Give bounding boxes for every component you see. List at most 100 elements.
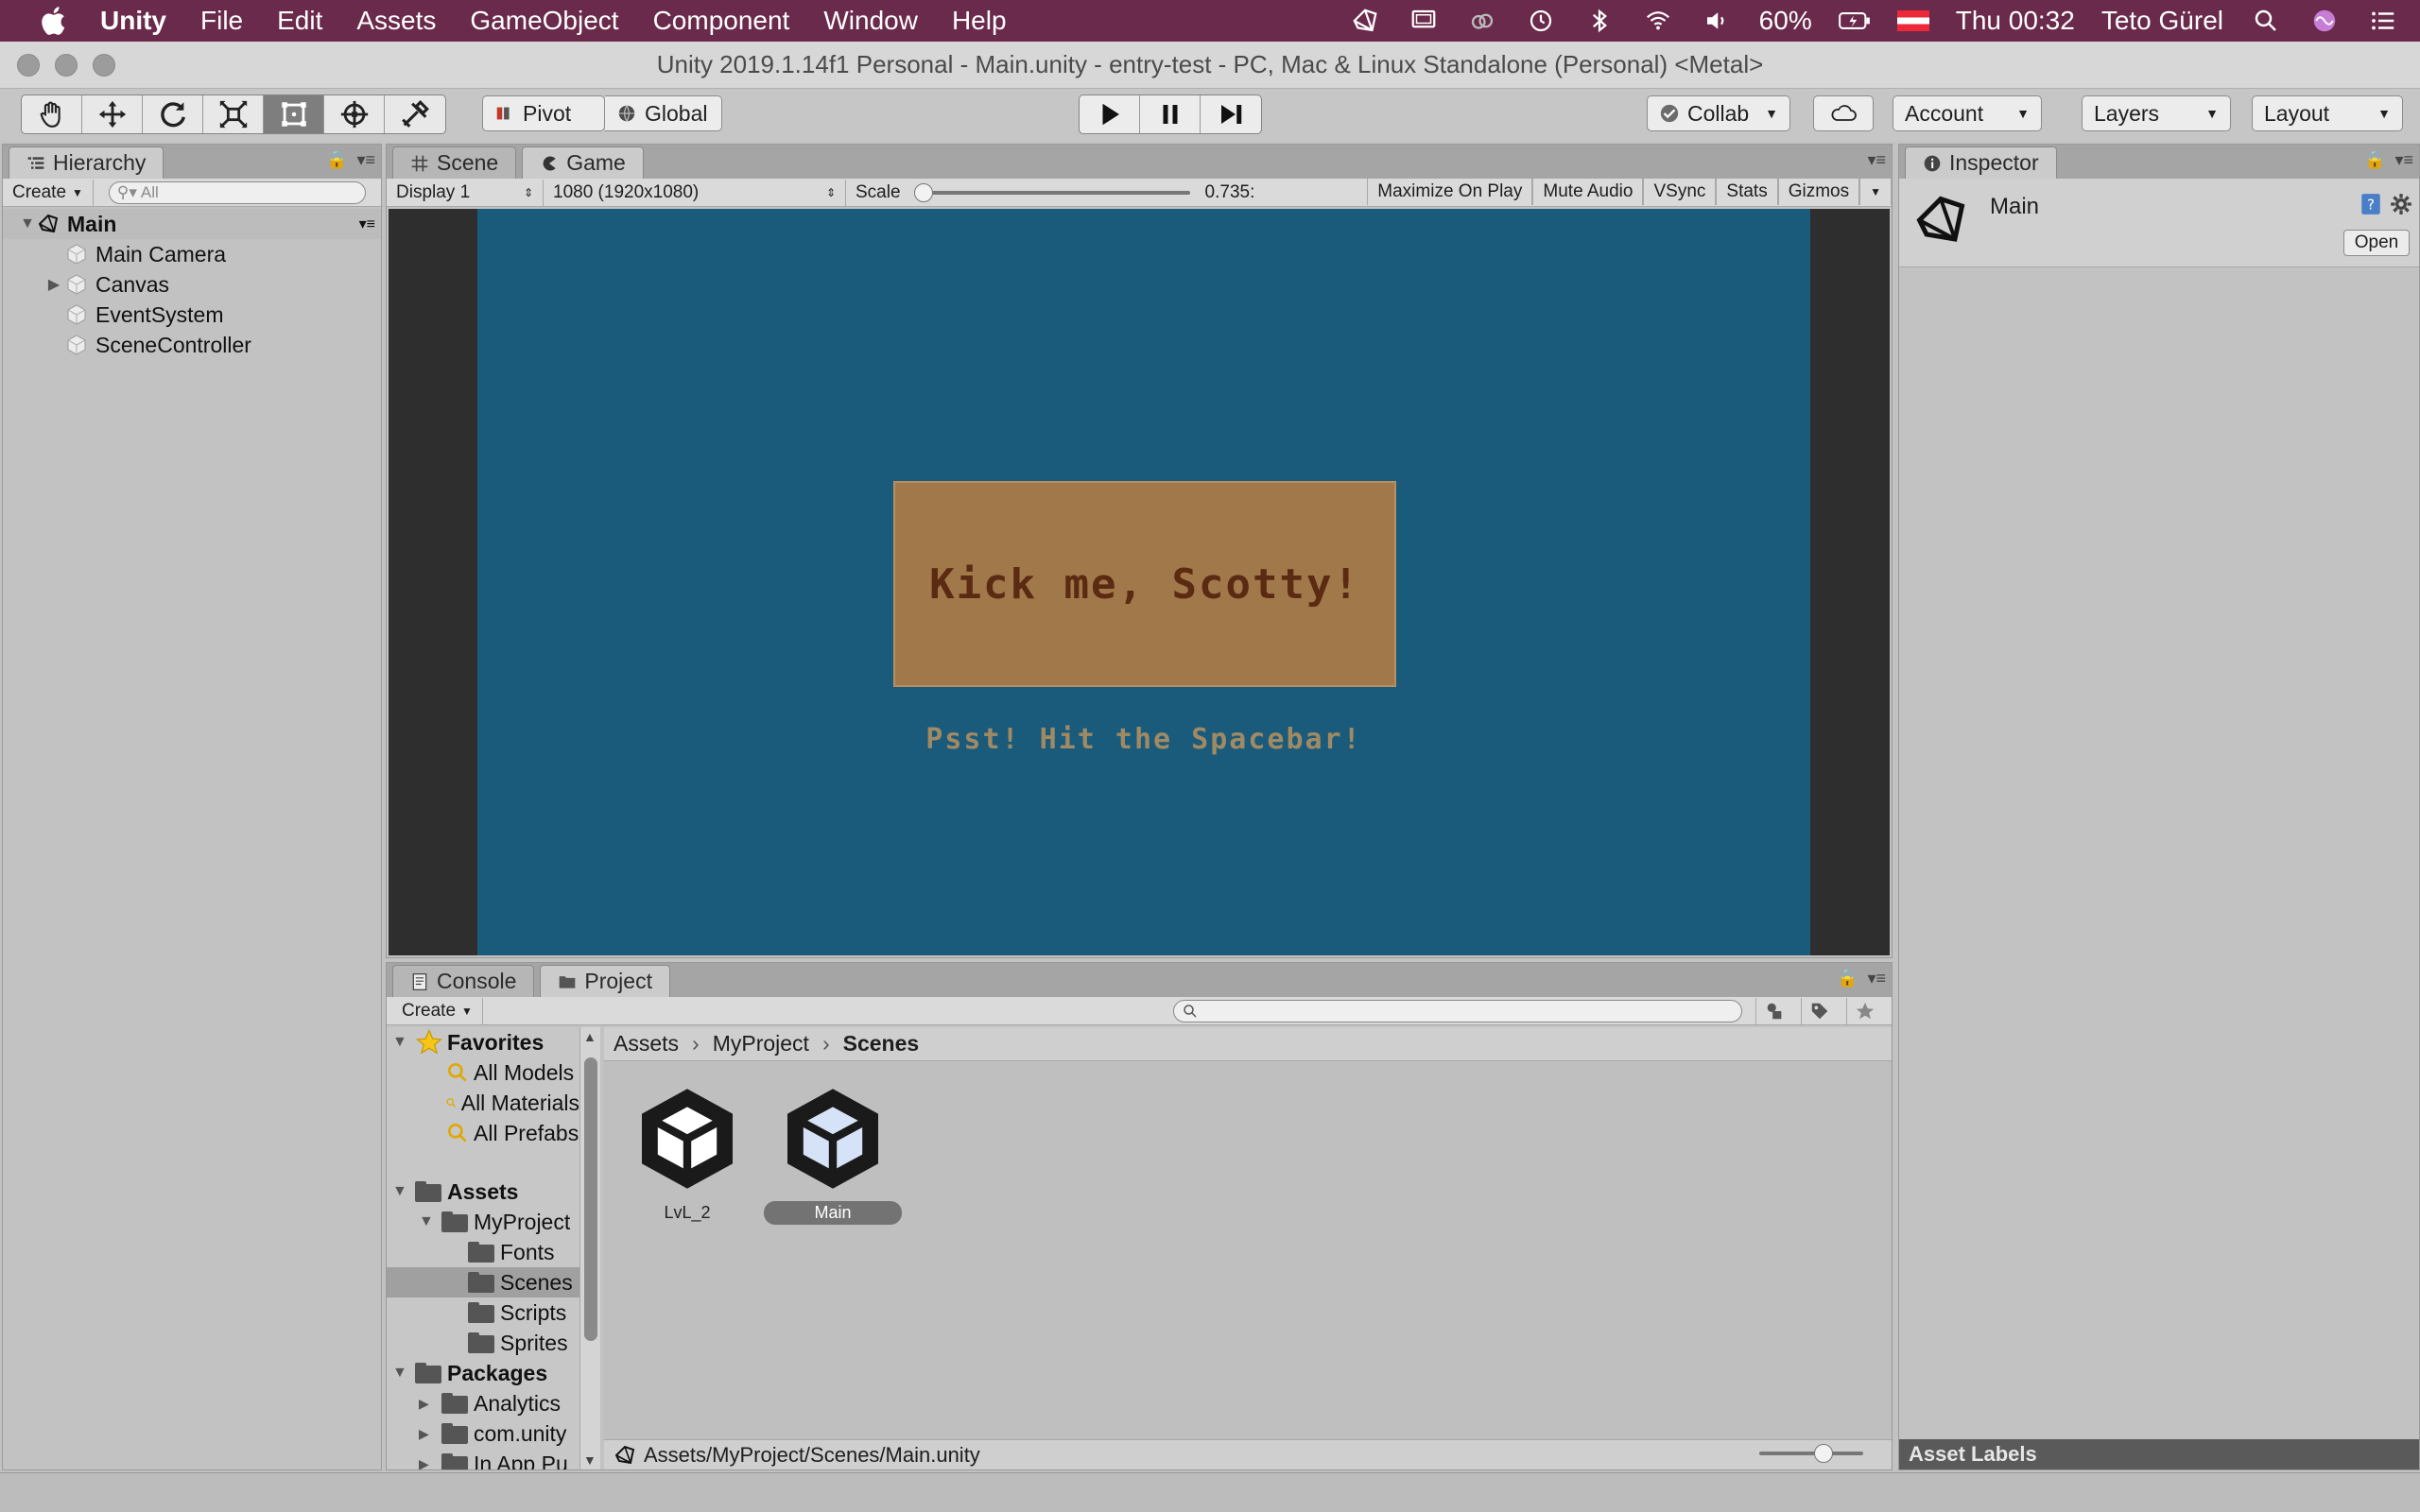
expand-triangle-icon[interactable]: ▼ — [392, 1365, 415, 1382]
battery-icon[interactable] — [1838, 7, 1871, 35]
bluetooth-icon[interactable] — [1583, 7, 1616, 35]
asset-scene-lvl2[interactable]: LvL_2 — [621, 1082, 753, 1225]
creative-cloud-icon[interactable] — [1466, 7, 1498, 35]
favorite-all-materials[interactable]: All Materials — [387, 1088, 579, 1118]
step-button[interactable] — [1201, 95, 1261, 133]
zoom-window-button[interactable] — [93, 54, 115, 77]
hand-tool-button[interactable] — [22, 95, 82, 133]
expand-triangle-icon[interactable]: ▼ — [392, 1183, 415, 1200]
hierarchy-item-main-camera[interactable]: Main Camera — [3, 239, 381, 269]
panel-menu-icon[interactable]: ▾≡ — [1867, 969, 1886, 988]
scroll-down-arrow-icon[interactable]: ▼ — [583, 1452, 596, 1468]
filter-by-type-button[interactable] — [1755, 997, 1791, 1024]
scroll-up-arrow-icon[interactable]: ▲ — [583, 1029, 596, 1044]
expand-triangle-icon[interactable]: ▼ — [392, 1034, 415, 1051]
package-in-app-purchasing[interactable]: ▶ In App Pu — [387, 1449, 579, 1469]
pause-button[interactable] — [1140, 95, 1201, 133]
gizmos-dropdown[interactable]: ▼ — [1859, 178, 1892, 205]
package-analytics[interactable]: ▶ Analytics — [387, 1388, 579, 1418]
gizmos-toggle[interactable]: Gizmos — [1777, 178, 1860, 205]
display-icon[interactable] — [1408, 7, 1440, 35]
hierarchy-item-canvas[interactable]: ▶ Canvas — [3, 269, 381, 300]
resolution-dropdown[interactable]: 1080 (1920x1080) ⇕ — [544, 179, 846, 206]
time-machine-icon[interactable] — [1525, 7, 1557, 35]
volume-icon[interactable] — [1701, 7, 1733, 35]
help-book-icon[interactable]: ? — [2359, 192, 2383, 216]
project-create-dropdown[interactable]: Create ▼ — [392, 997, 483, 1024]
breadcrumb-myproject[interactable]: MyProject — [713, 1031, 809, 1057]
stats-toggle[interactable]: Stats — [1716, 178, 1778, 205]
menu-unity[interactable]: Unity — [100, 6, 166, 36]
save-search-button[interactable] — [1846, 997, 1882, 1024]
folder-scenes[interactable]: Scenes — [387, 1267, 579, 1297]
panel-menu-icon[interactable]: ▾≡ — [356, 150, 375, 170]
filter-by-label-button[interactable] — [1801, 997, 1837, 1024]
account-dropdown[interactable]: Account ▼ — [1893, 95, 2042, 131]
close-window-button[interactable] — [17, 54, 40, 77]
open-button[interactable]: Open — [2343, 230, 2410, 256]
cloud-button[interactable] — [1813, 95, 1874, 131]
notification-center-icon[interactable] — [2367, 7, 2399, 35]
input-source-flag-icon[interactable] — [1896, 10, 1929, 31]
hierarchy-create-dropdown[interactable]: Create ▼ — [3, 179, 94, 206]
layout-dropdown[interactable]: Layout ▼ — [2252, 95, 2403, 131]
tab-project[interactable]: Project — [540, 965, 670, 997]
expand-triangle-icon[interactable]: ▶ — [43, 275, 65, 294]
favorites-section[interactable]: ▼ Favorites — [387, 1027, 579, 1057]
lock-icon[interactable]: 🔒 — [326, 150, 347, 170]
gear-icon[interactable] — [2389, 192, 2413, 216]
menu-assets[interactable]: Assets — [356, 6, 436, 36]
custom-tool-button[interactable] — [385, 95, 445, 133]
wifi-icon[interactable] — [1642, 7, 1674, 35]
folder-tree-scrollbar[interactable]: ▲ ▼ — [579, 1027, 600, 1469]
favorite-all-models[interactable]: All Models — [387, 1057, 579, 1088]
tab-console[interactable]: Console — [392, 965, 535, 997]
scene-row-main[interactable]: ▼ Main ▾≡ — [3, 209, 381, 239]
hierarchy-search-input[interactable]: ⚲▾ All — [108, 180, 366, 204]
collab-dropdown[interactable]: Collab ▼ — [1647, 95, 1790, 131]
display-dropdown[interactable]: Display 1 ⇕ — [387, 179, 544, 206]
packages-section[interactable]: ▼ Packages — [387, 1358, 579, 1388]
scale-tool-button[interactable] — [203, 95, 264, 133]
icon-size-slider-knob[interactable] — [1814, 1444, 1833, 1463]
expand-triangle-icon[interactable]: ▼ — [18, 215, 37, 232]
siri-icon[interactable] — [2308, 7, 2341, 35]
rotate-tool-button[interactable] — [143, 95, 203, 133]
menu-help[interactable]: Help — [952, 6, 1007, 36]
tab-scene[interactable]: Scene — [392, 146, 517, 179]
panel-menu-icon[interactable]: ▾≡ — [1867, 150, 1886, 170]
asset-labels-bar[interactable]: Asset Labels — [1899, 1439, 2419, 1469]
pivot-toggle-button[interactable]: Pivot — [482, 95, 605, 131]
expand-triangle-icon[interactable]: ▶ — [419, 1426, 441, 1442]
breadcrumb-assets[interactable]: Assets — [614, 1031, 679, 1057]
tab-game[interactable]: Game — [522, 146, 644, 179]
menu-component[interactable]: Component — [653, 6, 790, 36]
lock-icon[interactable]: 🔒 — [1837, 969, 1858, 988]
icon-size-slider[interactable] — [1759, 1444, 1863, 1463]
apple-icon[interactable] — [38, 4, 72, 38]
lock-icon[interactable]: 🔒 — [2364, 150, 2385, 170]
game-render-area[interactable]: Kick me, Scotty! Psst! Hit the Spacebar! — [389, 209, 1890, 955]
expand-triangle-icon[interactable]: ▶ — [419, 1396, 441, 1412]
move-tool-button[interactable] — [82, 95, 143, 133]
expand-triangle-icon[interactable]: ▶ — [419, 1456, 441, 1470]
scale-slider-knob[interactable] — [913, 182, 933, 202]
menu-window[interactable]: Window — [823, 6, 918, 36]
panel-menu-icon[interactable]: ▾≡ — [2394, 150, 2413, 170]
menu-gameobject[interactable]: GameObject — [470, 6, 618, 36]
breadcrumb-scenes[interactable]: Scenes — [843, 1031, 920, 1057]
folder-sprites[interactable]: Sprites — [387, 1328, 579, 1358]
favorite-all-prefabs[interactable]: All Prefabs — [387, 1118, 579, 1148]
play-button[interactable] — [1080, 95, 1140, 133]
rect-tool-button[interactable] — [264, 95, 324, 133]
clock[interactable]: Thu 00:32 — [1956, 6, 2075, 36]
spotlight-search-icon[interactable] — [2250, 7, 2282, 35]
user-name[interactable]: Teto Gürel — [2101, 6, 2223, 36]
global-toggle-button[interactable]: Global — [605, 95, 722, 131]
tab-inspector[interactable]: Inspector — [1905, 146, 2057, 179]
folder-myproject[interactable]: ▼ MyProject — [387, 1207, 579, 1237]
project-search-input[interactable] — [1173, 999, 1742, 1022]
scale-slider[interactable] — [913, 182, 1190, 202]
game-viewport[interactable]: Kick me, Scotty! Psst! Hit the Spacebar! — [477, 209, 1810, 955]
maximize-on-play-toggle[interactable]: Maximize On Play — [1367, 178, 1533, 205]
